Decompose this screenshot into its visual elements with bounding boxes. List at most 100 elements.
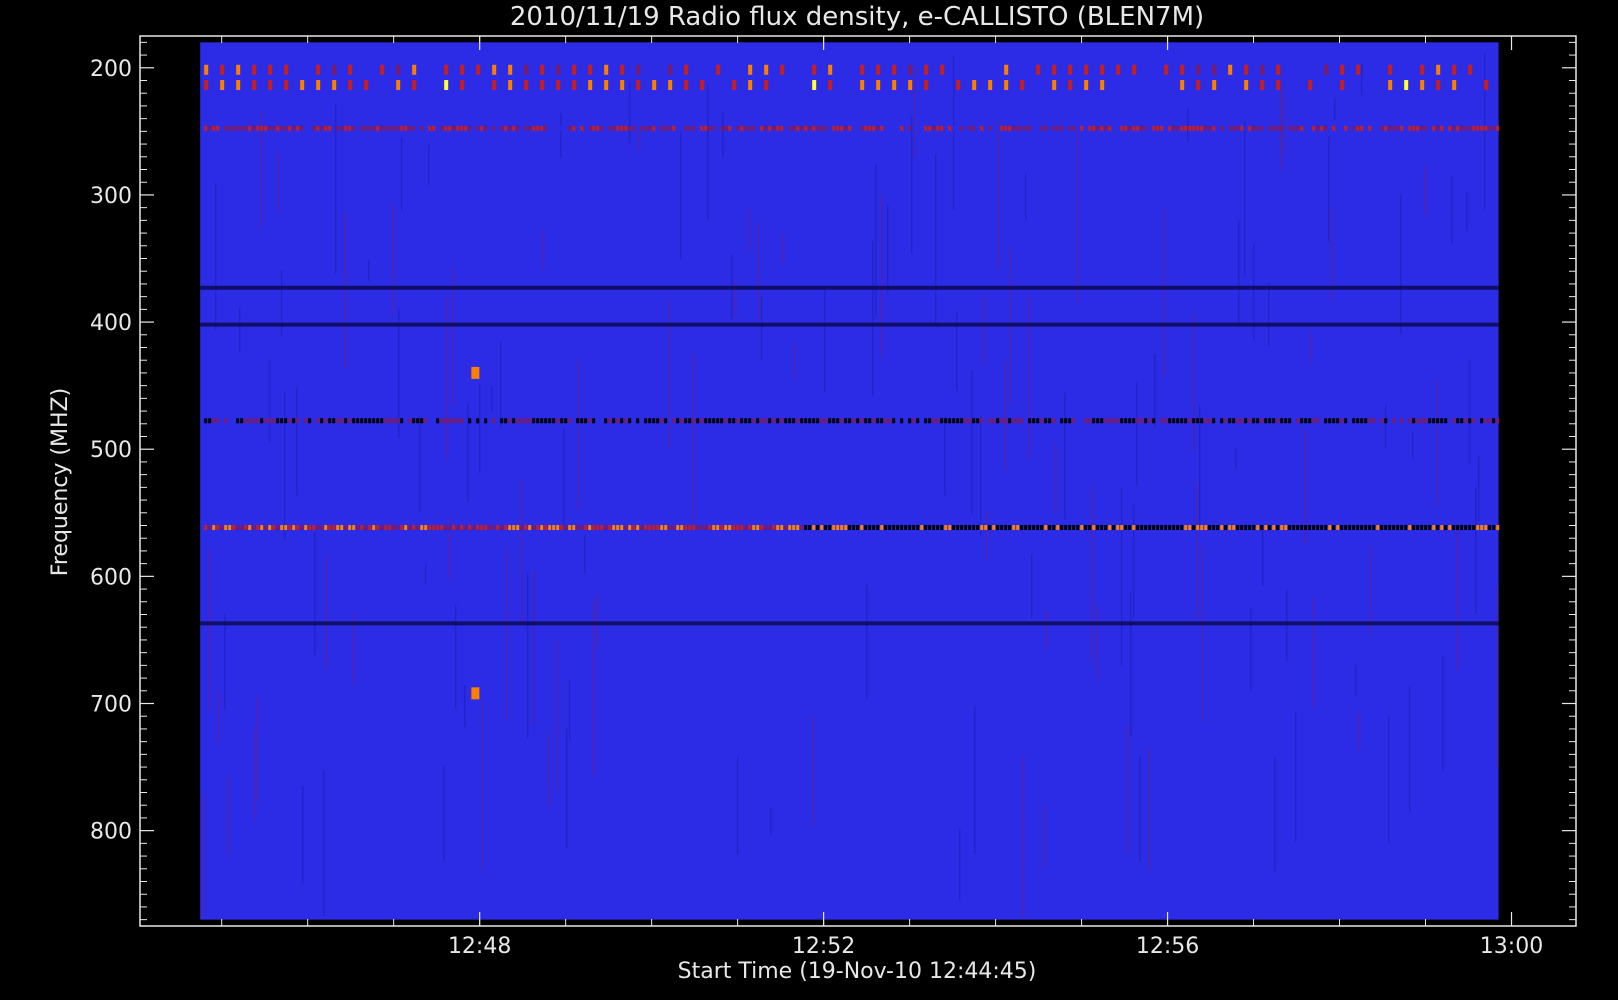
- heatmap-burst: [508, 80, 513, 91]
- heatmap-line-pixel: [1260, 418, 1264, 424]
- heatmap-noise-streak: [578, 360, 580, 511]
- heatmap-line-pixel: [312, 525, 316, 531]
- heatmap-line-pixel: [1264, 418, 1268, 424]
- heatmap-line-pixel: [412, 125, 416, 131]
- heatmap-line-pixel: [1028, 125, 1032, 131]
- heatmap-line-pixel: [1432, 418, 1436, 424]
- heatmap-line-pixel: [828, 125, 832, 131]
- heatmap-line-pixel: [1140, 525, 1144, 531]
- heatmap-line-pixel: [1320, 418, 1324, 424]
- heatmap-line-pixel: [1196, 125, 1200, 131]
- heatmap-line-pixel: [544, 525, 548, 531]
- heatmap-line-pixel: [1356, 125, 1360, 131]
- heatmap-line-pixel: [972, 125, 976, 131]
- heatmap-burst: [1004, 80, 1009, 91]
- heatmap-burst: [1052, 64, 1057, 75]
- heatmap-line-pixel: [332, 525, 336, 531]
- heatmap-burst: [1212, 64, 1217, 75]
- heatmap-line-pixel: [768, 525, 772, 531]
- heatmap-line-pixel: [968, 525, 972, 531]
- heatmap-line-pixel: [872, 525, 876, 531]
- heatmap-line-pixel: [1052, 525, 1056, 531]
- heatmap-line-pixel: [612, 525, 616, 531]
- heatmap-noise-streak: [1046, 609, 1048, 649]
- heatmap-line-pixel: [932, 525, 936, 531]
- heatmap-line-pixel: [1312, 125, 1316, 131]
- heatmap-line-pixel: [1372, 525, 1376, 531]
- heatmap-line-pixel: [1012, 125, 1016, 131]
- y-tick-label: 500: [90, 438, 132, 463]
- heatmap-line-pixel: [1364, 418, 1368, 424]
- heatmap-line-pixel: [1012, 418, 1016, 424]
- heatmap-line-pixel: [1316, 418, 1320, 424]
- heatmap-line-pixel: [692, 525, 696, 531]
- heatmap-burst: [988, 80, 993, 91]
- heatmap-line-pixel: [508, 418, 512, 424]
- heatmap-line-pixel: [764, 125, 768, 131]
- heatmap-line-pixel: [1064, 525, 1068, 531]
- heatmap-line-pixel: [1044, 525, 1048, 531]
- heatmap-line-pixel: [1372, 418, 1376, 424]
- heatmap-noise-streak: [1004, 360, 1006, 472]
- heatmap-noise-streak: [1283, 89, 1285, 155]
- heatmap-line-pixel: [1152, 525, 1156, 531]
- heatmap-line-pixel: [1136, 525, 1140, 531]
- heatmap-line-pixel: [1328, 418, 1332, 424]
- heatmap-line-pixel: [804, 418, 808, 424]
- heatmap-line-pixel: [1236, 125, 1240, 131]
- heatmap-noise-streak: [1469, 360, 1471, 466]
- heatmap-line-pixel: [1232, 125, 1236, 131]
- heatmap-line-pixel: [844, 125, 848, 131]
- heatmap-line-pixel: [484, 418, 488, 424]
- heatmap-line-pixel: [672, 418, 676, 424]
- heatmap-line-pixel: [400, 418, 404, 424]
- heatmap-line-pixel: [396, 125, 400, 131]
- heatmap-noise-streak: [1358, 712, 1360, 750]
- heatmap-noise-streak: [1475, 487, 1477, 614]
- heatmap-line-pixel: [1092, 525, 1096, 531]
- heatmap-line-pixel: [1092, 125, 1096, 131]
- heatmap-line-pixel: [724, 418, 728, 424]
- heatmap-noise-streak: [593, 598, 595, 778]
- heatmap-line-pixel: [480, 125, 484, 131]
- heatmap-line-pixel: [1088, 418, 1092, 424]
- heatmap-line-pixel: [1460, 525, 1464, 531]
- heatmap-line-pixel: [420, 125, 424, 131]
- heatmap-noise-streak: [911, 115, 913, 255]
- heatmap-line-pixel: [256, 525, 260, 531]
- heatmap-noise-streak: [914, 67, 916, 158]
- heatmap-line-pixel: [368, 525, 372, 531]
- heatmap-line-pixel: [312, 418, 316, 424]
- heatmap-line-pixel: [1244, 525, 1248, 531]
- heatmap-line-pixel: [532, 125, 536, 131]
- heatmap-line-pixel: [1324, 525, 1328, 531]
- heatmap-line-pixel: [468, 525, 472, 531]
- heatmap-noise-streak: [881, 195, 883, 359]
- heatmap-line-pixel: [1360, 418, 1364, 424]
- heatmap-burst: [1180, 64, 1185, 75]
- heatmap-line-pixel: [1392, 418, 1396, 424]
- heatmap-line-pixel: [1460, 125, 1464, 131]
- heatmap-line-pixel: [612, 418, 616, 424]
- heatmap-line-pixel: [1332, 525, 1336, 531]
- heatmap-line-pixel: [648, 418, 652, 424]
- heatmap-line-pixel: [1044, 125, 1048, 131]
- heatmap-line-pixel: [876, 525, 880, 531]
- heatmap-line-pixel: [1444, 418, 1448, 424]
- heatmap-line-pixel: [1332, 418, 1336, 424]
- heatmap-burst: [1260, 80, 1265, 91]
- heatmap-line-pixel: [728, 125, 732, 131]
- heatmap-line-pixel: [244, 125, 248, 131]
- heatmap-burst: [332, 80, 337, 91]
- heatmap-line-pixel: [384, 125, 388, 131]
- heatmap-noise-streak: [596, 595, 598, 648]
- heatmap-line-pixel: [708, 418, 712, 424]
- heatmap-line-pixel: [296, 525, 300, 531]
- heatmap-line-pixel: [896, 418, 900, 424]
- heatmap-line-pixel: [1176, 418, 1180, 424]
- heatmap-line-pixel: [688, 418, 692, 424]
- heatmap-line-pixel: [1288, 525, 1292, 531]
- heatmap-line-pixel: [1316, 525, 1320, 531]
- heatmap-line-pixel: [272, 525, 276, 531]
- heatmap-burst: [444, 80, 449, 91]
